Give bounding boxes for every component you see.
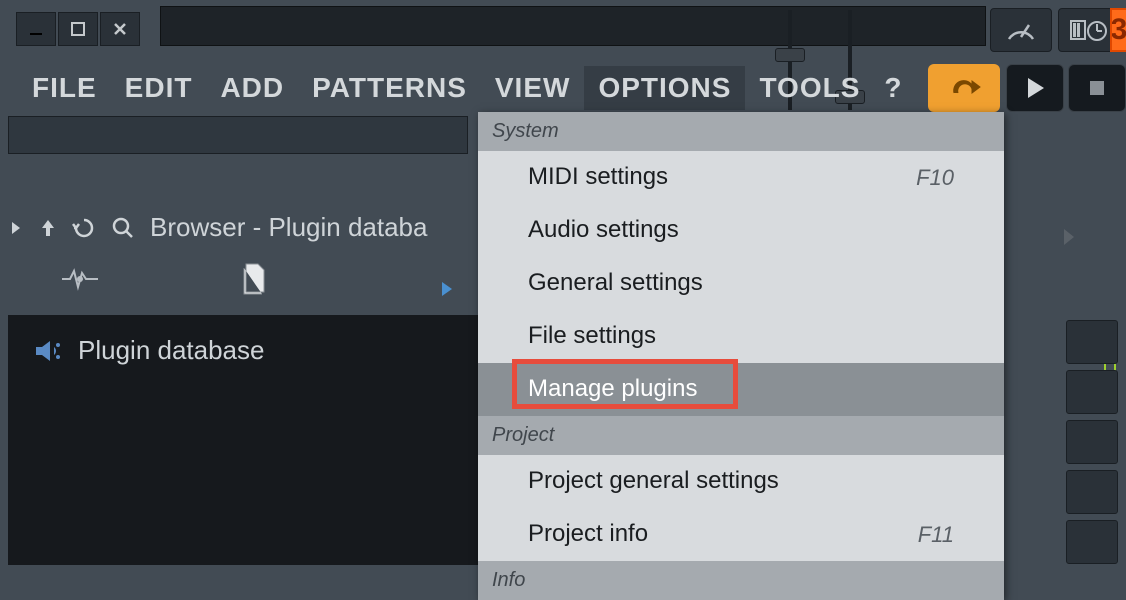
section-system: System [478, 112, 1004, 151]
waveform-icon[interactable] [60, 265, 100, 293]
counter-display: 3 [1110, 8, 1126, 52]
speaker-icon [32, 337, 64, 365]
option-file-settings[interactable]: File settings [478, 310, 1004, 363]
option-audio-settings[interactable]: Audio settings [478, 204, 1004, 257]
options-dropdown: System MIDI settings F10 Audio settings … [478, 112, 1004, 600]
option-project-info[interactable]: Project info F11 [478, 508, 1004, 561]
grid-cell[interactable] [1066, 520, 1118, 564]
section-project: Project [478, 416, 1004, 455]
undo-icon[interactable] [72, 216, 96, 240]
minimize-button[interactable] [16, 12, 56, 46]
menu-help[interactable]: ? [874, 66, 912, 110]
grid-cell[interactable] [1066, 370, 1118, 414]
menu-options[interactable]: OPTIONS [584, 66, 745, 110]
menu-patterns[interactable]: PATTERNS [298, 66, 481, 110]
collapse-icon[interactable] [8, 218, 24, 238]
browser-content: Plugin database [8, 315, 480, 565]
pattern-grid [1066, 320, 1118, 564]
window-controls [10, 6, 146, 52]
menu-view[interactable]: VIEW [481, 66, 585, 110]
plugin-database-label: Plugin database [78, 335, 264, 366]
play-button[interactable] [1006, 64, 1064, 112]
option-manage-plugins[interactable]: Manage plugins [478, 363, 1004, 416]
search-icon[interactable] [110, 215, 136, 241]
browser-title: Browser - Plugin databa [150, 212, 427, 243]
menu-edit[interactable]: EDIT [111, 66, 207, 110]
menu-tools[interactable]: TOOLS [745, 66, 874, 110]
grid-cell[interactable] [1066, 470, 1118, 514]
option-project-general[interactable]: Project general settings [478, 455, 1004, 508]
menu-add[interactable]: ADD [206, 66, 298, 110]
menu-file[interactable]: FILE [18, 66, 111, 110]
top-right-controls [990, 8, 1120, 52]
maximize-button[interactable] [58, 12, 98, 46]
section-info: Info [478, 561, 1004, 600]
transport-controls [1006, 64, 1126, 112]
option-midi-settings[interactable]: MIDI settings F10 [478, 151, 1004, 204]
plugin-database-item[interactable]: Plugin database [8, 315, 480, 386]
option-general-settings[interactable]: General settings [478, 257, 1004, 310]
menubar: FILE EDIT ADD PATTERNS VIEW OPTIONS TOOL… [0, 62, 931, 114]
browser-tool-icons [60, 262, 270, 296]
grid-cell[interactable] [1066, 420, 1118, 464]
redo-button[interactable] [928, 64, 1000, 112]
expand-arrow-icon[interactable] [440, 280, 454, 303]
toolbar-strip [8, 116, 468, 154]
browser-header: Browser - Plugin databa [8, 212, 427, 243]
grid-cell[interactable] [1066, 320, 1118, 364]
stop-button[interactable] [1068, 64, 1126, 112]
document-icon[interactable] [240, 262, 270, 296]
up-arrow-icon[interactable] [38, 216, 58, 240]
close-button[interactable] [100, 12, 140, 46]
gauge-button[interactable] [990, 8, 1052, 52]
panel-expand-icon[interactable] [1060, 225, 1078, 254]
